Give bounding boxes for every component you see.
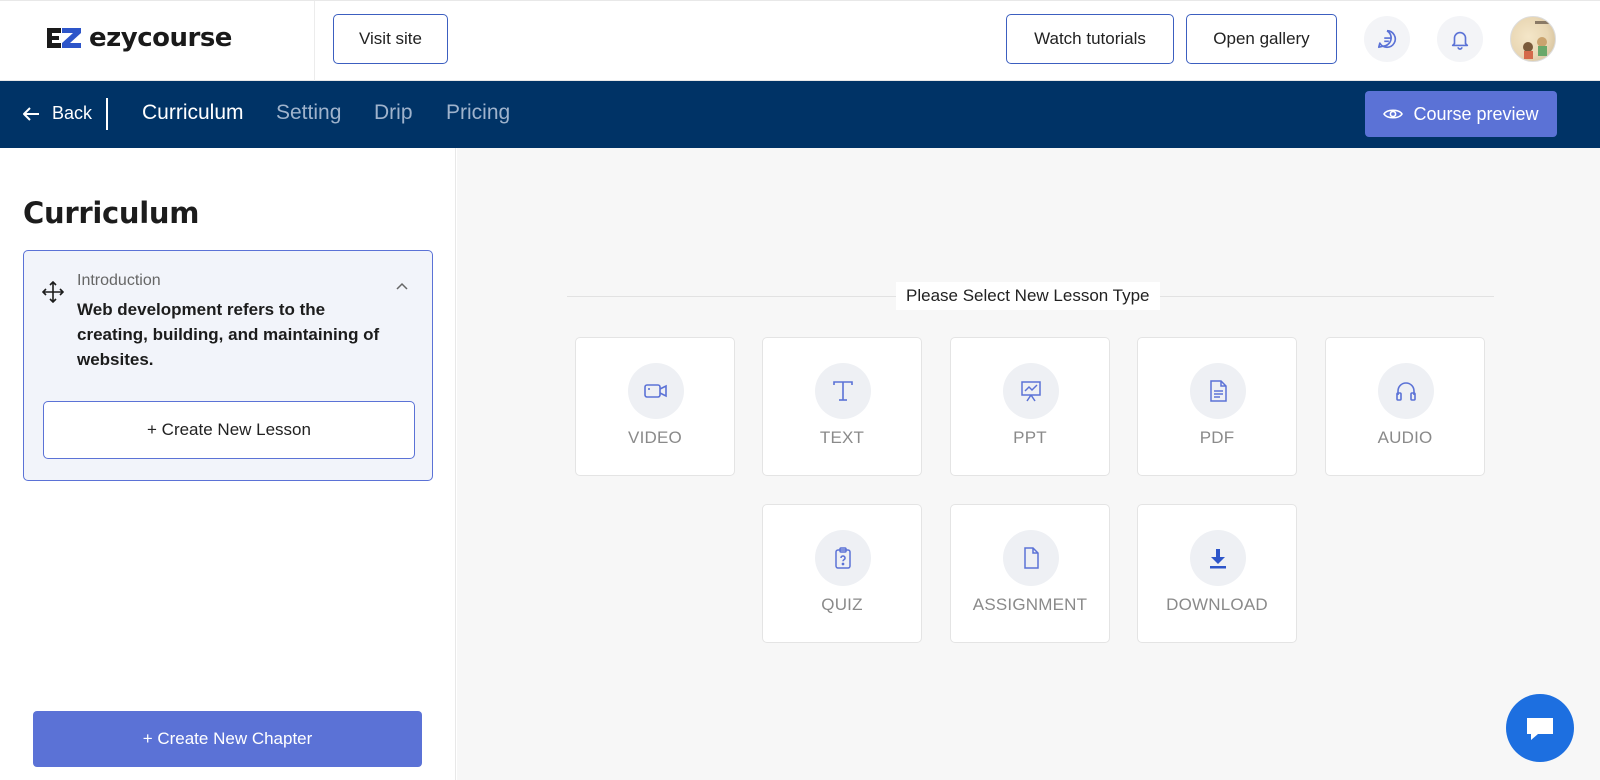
lesson-type-label: AUDIO <box>1377 428 1433 447</box>
chapter-card[interactable]: Introduction Web development refers to t… <box>23 250 433 481</box>
lesson-type-label: DOWNLOAD <box>1166 595 1268 614</box>
support-chat-button[interactable] <box>1506 694 1574 762</box>
back-button[interactable]: Back <box>22 103 92 124</box>
create-new-chapter-button[interactable]: + Create New Chapter <box>33 711 422 767</box>
lesson-type-label: ASSIGNMENT <box>972 595 1088 614</box>
lesson-type-panel: Please Select New Lesson Type VIDEO TEXT… <box>457 148 1600 780</box>
top-header: ezycourse Visit site Watch tutorials Ope… <box>0 0 1600 81</box>
lesson-type-assignment[interactable]: ASSIGNMENT <box>950 504 1110 643</box>
header-divider <box>314 1 315 81</box>
logo[interactable]: ezycourse <box>45 23 232 53</box>
course-preview-label: Course preview <box>1413 103 1539 124</box>
lesson-type-ppt[interactable]: PPT <box>950 337 1110 476</box>
notifications-button[interactable] <box>1437 16 1483 62</box>
course-preview-button[interactable]: Course preview <box>1365 91 1557 137</box>
lesson-type-quiz[interactable]: QUIZ <box>762 504 922 643</box>
tab-curriculum[interactable]: Curriculum <box>142 101 244 125</box>
lesson-type-label: VIDEO <box>628 428 682 447</box>
logo-mark-icon <box>45 24 83 52</box>
bell-icon <box>1451 31 1469 50</box>
drag-move-icon[interactable] <box>41 280 65 308</box>
file-icon <box>1003 530 1059 586</box>
eye-icon <box>1383 109 1404 119</box>
text-icon <box>815 363 871 419</box>
clipboard-question-icon <box>815 530 871 586</box>
download-icon <box>1190 530 1246 586</box>
tab-setting[interactable]: Setting <box>276 101 341 125</box>
chapter-description: Web development refers to the creating, … <box>77 300 380 369</box>
tab-drip[interactable]: Drip <box>374 101 413 125</box>
arrow-left-icon <box>23 106 39 121</box>
back-label: Back <box>52 103 93 123</box>
lesson-type-label: PPT <box>1013 428 1047 447</box>
tab-pricing[interactable]: Pricing <box>446 101 510 125</box>
chat-icon <box>1527 718 1553 740</box>
avatar-illustration-icon <box>1523 21 1553 59</box>
chat-bubble-icon <box>1377 29 1397 49</box>
lesson-type-pdf[interactable]: PDF <box>1137 337 1297 476</box>
chapter-title: Introduction <box>77 272 161 289</box>
presentation-icon <box>1003 363 1059 419</box>
messages-button[interactable] <box>1364 16 1410 62</box>
open-gallery-button[interactable]: Open gallery <box>1186 14 1337 64</box>
lesson-type-label: QUIZ <box>821 595 863 614</box>
sidebar-title: Curriculum <box>23 196 200 230</box>
visit-site-button[interactable]: Visit site <box>333 14 448 64</box>
lesson-type-label: PDF <box>1199 428 1235 447</box>
watch-tutorials-button[interactable]: Watch tutorials <box>1006 14 1174 64</box>
create-new-lesson-button[interactable]: + Create New Lesson <box>43 401 415 459</box>
user-avatar[interactable] <box>1510 16 1556 62</box>
document-icon <box>1190 363 1246 419</box>
headphones-icon <box>1378 363 1434 419</box>
lesson-type-audio[interactable]: AUDIO <box>1325 337 1485 476</box>
nav-separator <box>106 98 108 130</box>
video-icon <box>628 363 684 419</box>
lesson-type-video[interactable]: VIDEO <box>575 337 735 476</box>
course-nav-bar: Back Curriculum Setting Drip Pricing Cou… <box>0 81 1600 148</box>
chevron-up-icon[interactable] <box>396 277 408 295</box>
curriculum-sidebar: Curriculum Introduction Web development … <box>0 148 456 780</box>
lesson-type-download[interactable]: DOWNLOAD <box>1137 504 1297 643</box>
lesson-type-text[interactable]: TEXT <box>762 337 922 476</box>
lesson-type-label: TEXT <box>819 428 865 447</box>
lesson-type-heading: Please Select New Lesson Type <box>896 282 1160 310</box>
logo-text: ezycourse <box>89 23 232 53</box>
